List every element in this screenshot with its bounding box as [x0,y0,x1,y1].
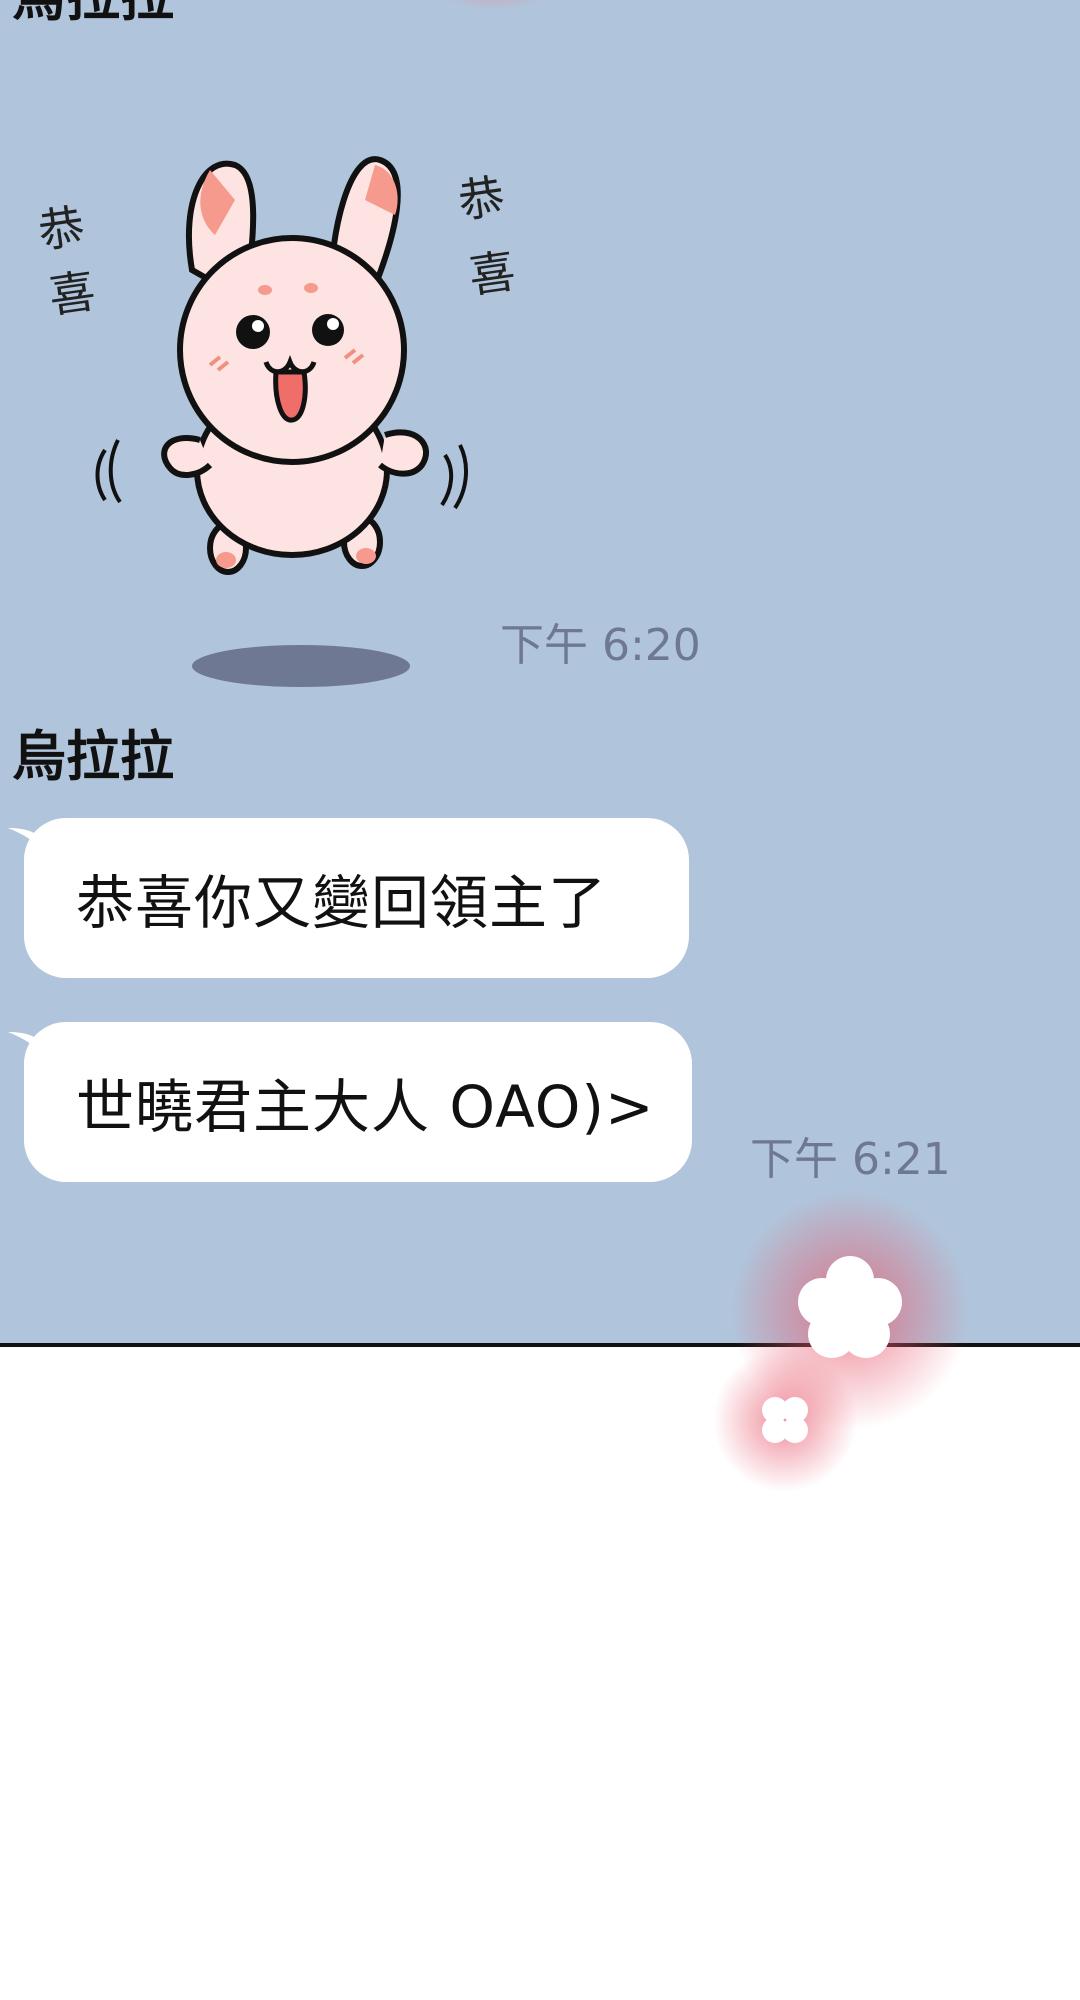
message-text-2: 世曉君主大人 OAO)> [76,1073,655,1141]
sparkle-small-icon [713,1348,857,1492]
message-bubble-2[interactable]: 世曉君主大人 OAO)> [8,1022,692,1182]
top-glow-decoration [430,0,560,10]
bubble-tail [8,828,48,860]
message-bubble-1[interactable]: 恭喜你又變回領主了 [8,818,689,978]
messages-timestamp: 下午 6:21 [750,1134,951,1185]
bubble-tail [8,1032,48,1064]
message-text-1: 恭喜你又變回領主了 [76,869,608,937]
sender-name: 烏拉拉 [12,725,174,788]
sticker-text-right-2: 喜 [466,244,519,304]
sticker-text-right-1: 恭 [455,169,508,229]
sender-name-top: 烏拉拉 [12,0,174,24]
chat-area: 烏拉拉 [0,0,1080,1347]
rabbit-sticker[interactable]: 恭 喜 恭 喜 [30,140,550,700]
sticker-timestamp: 下午 6:20 [500,620,701,671]
sticker-text-left-2: 喜 [46,264,99,324]
sticker-text-left-1: 恭 [35,199,88,259]
